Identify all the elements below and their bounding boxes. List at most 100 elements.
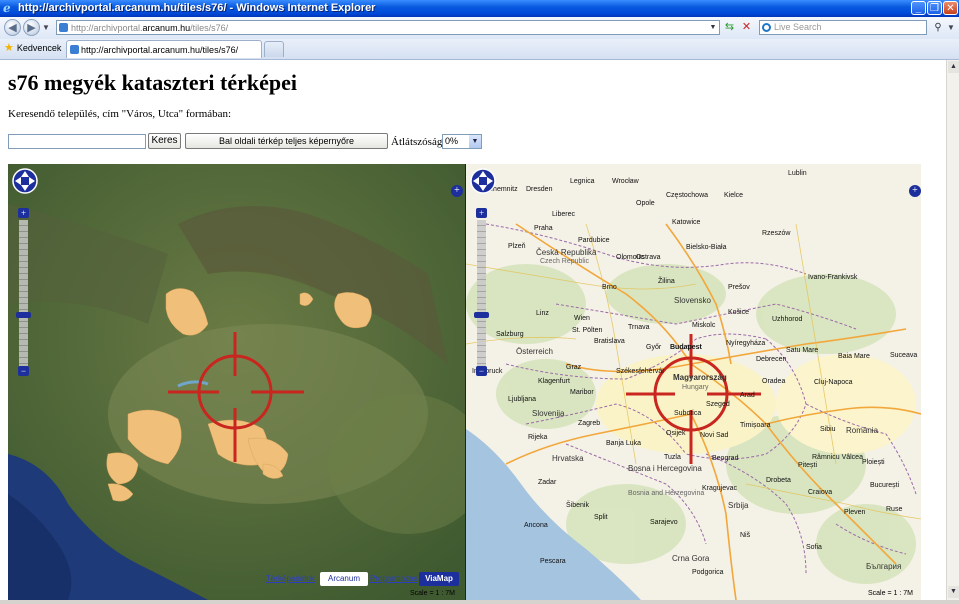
city-label: Timișoara bbox=[740, 422, 771, 429]
address-prefix: http://archivportal. bbox=[71, 23, 143, 33]
zoom-slider-handle[interactable] bbox=[474, 312, 489, 318]
city-label: Miskolc bbox=[692, 322, 716, 329]
recent-pages-dropdown-icon[interactable]: ▼ bbox=[42, 23, 50, 32]
city-label: Pitești bbox=[798, 462, 818, 469]
search-button[interactable]: Keres bbox=[148, 133, 181, 149]
city-label: Râmnicu Vâlcea bbox=[812, 454, 863, 461]
zoom-slider[interactable] bbox=[19, 220, 28, 370]
city-label: Salzburg bbox=[496, 331, 524, 338]
address-host: arcanum.hu bbox=[142, 23, 191, 33]
country-label: Slovenija bbox=[532, 409, 565, 418]
city-label: Ancona bbox=[524, 522, 548, 529]
page-icon bbox=[59, 23, 68, 32]
zoom-out-icon[interactable]: − bbox=[18, 366, 29, 376]
address-bar[interactable]: http://archivportal.arcanum.hu/tiles/s76… bbox=[56, 20, 720, 35]
star-icon: ★ bbox=[4, 42, 14, 54]
page-content: s76 megyék kataszteri térképei Keresendő… bbox=[0, 60, 946, 600]
city-label: Banja Luka bbox=[606, 440, 642, 447]
city-label: Olomouc bbox=[616, 254, 645, 261]
country-label-english: Bosnia and Herzegovina bbox=[628, 490, 705, 497]
tab-title: http://archivportal.arcanum.hu/tiles/s76… bbox=[81, 45, 239, 55]
close-button[interactable]: ✕ bbox=[943, 1, 958, 15]
page-scrollbar[interactable]: ▲ ▼ bbox=[946, 60, 959, 600]
scroll-down-icon[interactable]: ▼ bbox=[948, 586, 959, 598]
address-suffix: /tiles/s76/ bbox=[190, 23, 229, 33]
city-label: Bielsko-Biała bbox=[686, 244, 727, 251]
opacity-select[interactable]: 0% ▼ bbox=[442, 134, 482, 149]
city-label: Suceava bbox=[890, 352, 918, 359]
country-label-english: Hungary bbox=[682, 384, 709, 391]
search-go-icon[interactable]: ⚲ bbox=[931, 20, 945, 35]
tab-page-icon bbox=[70, 45, 79, 54]
new-tab-button[interactable] bbox=[264, 41, 284, 57]
city-label: Podgorica bbox=[692, 569, 724, 576]
live-search-icon bbox=[762, 23, 771, 32]
search-box[interactable]: Live Search bbox=[759, 20, 927, 35]
city-label: Baia Mare bbox=[838, 353, 870, 360]
favorites-bar: ★ Kedvencek http://archivportal.arcanum.h… bbox=[0, 39, 959, 60]
country-label: Srbija bbox=[728, 501, 749, 510]
city-label: Split bbox=[594, 514, 608, 521]
city-label: Uzhhorod bbox=[772, 316, 803, 323]
city-label: Dresden bbox=[526, 186, 553, 193]
zoom-out-icon[interactable]: − bbox=[476, 366, 487, 376]
city-label: București bbox=[870, 482, 900, 489]
map-data-link[interactable]: Térképadatok bbox=[266, 574, 315, 583]
refresh-icon[interactable]: ⇆ bbox=[722, 20, 737, 35]
city-label: Częstochowa bbox=[666, 192, 709, 199]
city-label: Zadar bbox=[538, 479, 557, 486]
address-dropdown-icon[interactable]: ▼ bbox=[708, 22, 718, 33]
search-options-dropdown-icon[interactable]: ▼ bbox=[947, 23, 955, 32]
city-label: Prešov bbox=[728, 284, 750, 291]
navigation-bar: ◀ ▶ ▼ http://archivportal.arcanum.hu/til… bbox=[0, 17, 959, 40]
browser-tab-active[interactable]: http://archivportal.arcanum.hu/tiles/s76… bbox=[66, 40, 262, 58]
layer-switcher-icon[interactable]: + bbox=[909, 185, 921, 197]
city-label: Ivano-Frankivsk bbox=[808, 274, 858, 281]
city-label: Niš bbox=[740, 532, 751, 539]
city-label: Linz bbox=[536, 310, 549, 317]
search-placeholder: Live Search bbox=[774, 22, 822, 32]
location-search-input[interactable] bbox=[8, 134, 146, 149]
road-map[interactable]: Česká Republika Czech Republic Slovensko… bbox=[466, 164, 921, 600]
pan-control-icon[interactable] bbox=[12, 168, 38, 194]
city-label: Lublin bbox=[788, 170, 807, 177]
city-label: Ploiești bbox=[862, 459, 885, 466]
programming-link[interactable]: Programozás bbox=[370, 574, 418, 583]
forward-button[interactable]: ▶ bbox=[23, 19, 40, 36]
zoom-in-icon[interactable]: + bbox=[476, 208, 487, 218]
cadastral-satellite-map[interactable]: + − + Térképadatok Arcanum Programozás V… bbox=[8, 164, 465, 600]
city-label: Kielce bbox=[724, 192, 744, 199]
favorites-button[interactable]: ★ Kedvencek bbox=[4, 41, 61, 55]
city-label: Plzeň bbox=[508, 243, 526, 250]
city-label: Osijek bbox=[666, 430, 686, 437]
city-label: Opole bbox=[636, 200, 655, 207]
zoom-slider-handle[interactable] bbox=[16, 312, 31, 318]
city-label: Klagenfurt bbox=[538, 378, 570, 385]
city-label: Debrecen bbox=[756, 356, 787, 363]
city-label: Satu Mare bbox=[786, 347, 819, 354]
city-label: Pleven bbox=[844, 509, 866, 516]
back-button[interactable]: ◀ bbox=[4, 19, 21, 36]
window-titlebar[interactable]: ℯ http://archivportal.arcanum.hu/tiles/s… bbox=[0, 0, 959, 17]
country-label: Slovensko bbox=[674, 296, 711, 305]
scroll-up-icon[interactable]: ▲ bbox=[948, 61, 959, 73]
fullscreen-left-map-button[interactable]: Bal oldali térkép teljes képernyőre bbox=[185, 133, 388, 149]
city-label: Kragujevac bbox=[702, 485, 738, 492]
pan-control-icon[interactable] bbox=[470, 168, 496, 194]
city-label: Legnica bbox=[570, 178, 595, 185]
opacity-value: 0% bbox=[445, 136, 459, 146]
city-label: Tuzla bbox=[664, 454, 681, 461]
country-label: România bbox=[846, 426, 879, 435]
city-label: Bratislava bbox=[594, 338, 625, 345]
layer-switcher-icon[interactable]: + bbox=[451, 185, 463, 197]
city-label: Nyíregyháza bbox=[726, 340, 766, 347]
city-label: Ruse bbox=[886, 506, 903, 513]
minimize-button[interactable]: _ bbox=[911, 1, 926, 15]
viamap-logo[interactable]: ViaMap bbox=[419, 572, 459, 586]
city-label: Katowice bbox=[672, 219, 701, 226]
zoom-slider[interactable] bbox=[477, 220, 486, 370]
stop-icon[interactable]: ✕ bbox=[739, 20, 754, 35]
maximize-button[interactable]: ❐ bbox=[927, 1, 942, 15]
zoom-in-icon[interactable]: + bbox=[18, 208, 29, 218]
arcanum-logo[interactable]: Arcanum bbox=[320, 572, 368, 586]
